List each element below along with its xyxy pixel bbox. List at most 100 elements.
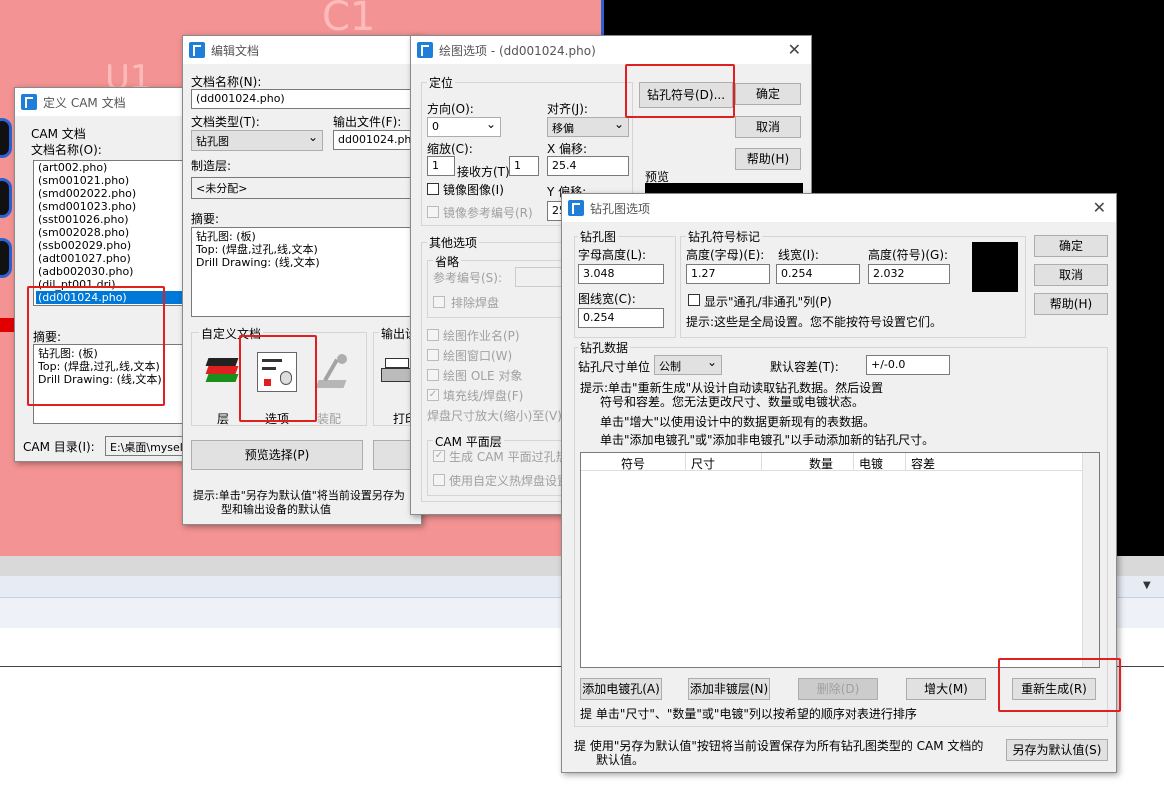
- char-height-input[interactable]: 3.048: [578, 264, 664, 284]
- cam-file-item[interactable]: (ssb002029.pho): [36, 239, 202, 252]
- char-height-label: 字母高度(L):: [578, 248, 647, 262]
- xoffset-label: X 偏移:: [547, 142, 588, 156]
- drill-ok-button[interactable]: 确定: [1034, 235, 1108, 257]
- mirror-ref-checkbox[interactable]: [427, 206, 439, 218]
- highlight-drill-symbol: [625, 64, 735, 118]
- cam-file-item[interactable]: (sm002028.pho): [36, 226, 202, 239]
- drill-title: 钻孔图选项: [590, 201, 651, 216]
- cam-file-item[interactable]: (adt001027.pho): [36, 252, 202, 265]
- direction-label: 方向(O):: [427, 102, 474, 116]
- tolerance-input[interactable]: +/-0.0: [866, 355, 950, 375]
- preview-selection-button[interactable]: 预览选择(P): [191, 440, 363, 470]
- pad-scale-label: 焊盘尺寸放大(缩小)至(V):: [427, 409, 566, 423]
- output-file-label: 输出文件(F):: [333, 115, 402, 129]
- drill-help-button[interactable]: 帮助(H): [1034, 293, 1108, 315]
- doc-type-select[interactable]: 钻孔图: [191, 130, 323, 151]
- cam-file-item[interactable]: (sst001026.pho): [36, 213, 202, 226]
- direction-select[interactable]: 0: [427, 117, 501, 137]
- plot-ok-button[interactable]: 确定: [735, 83, 801, 105]
- edit-title-bar[interactable]: 编辑文档: [183, 36, 421, 64]
- line-width-input[interactable]: 0.254: [578, 308, 664, 328]
- drill-data-table[interactable]: 符号 尺寸 数量 电镀 容差: [580, 452, 1100, 668]
- highlight-cam-summary: [27, 286, 165, 406]
- custom-pad-checkbox[interactable]: [433, 474, 445, 486]
- exclude-pad-checkbox[interactable]: [433, 296, 445, 308]
- col-symbol[interactable]: 符号: [621, 455, 645, 472]
- sym-line-width-label: 线宽(I):: [778, 248, 819, 262]
- edit-summary-box: 钻孔图: (板) Top: (焊盘,过孔,线,文本) Drill Drawing…: [191, 227, 423, 317]
- plot-cancel-button[interactable]: 取消: [735, 116, 801, 138]
- gen-cam-plane-label: 生成 CAM 平面过孔热: [449, 450, 568, 464]
- cam-title-bar[interactable]: 定义 CAM 文档: [15, 88, 195, 116]
- save-default-button[interactable]: 另存为默认值(S): [1006, 739, 1108, 761]
- highlight-regenerate: [998, 658, 1121, 712]
- mirror-ref-label: 镜像参考编号(R): [443, 206, 533, 220]
- locate-label: 定位: [427, 74, 456, 91]
- delete-button[interactable]: 删除(D): [798, 678, 878, 700]
- cam-file-item[interactable]: (adb002030.pho): [36, 265, 202, 278]
- doc-name-input[interactable]: (dd001024.pho): [191, 89, 423, 109]
- col-plated[interactable]: 电镀: [859, 455, 883, 472]
- plot-ole-label: 绘图 OLE 对象: [443, 369, 523, 383]
- sym-height-input[interactable]: 2.032: [868, 264, 950, 284]
- add-nonplated-button[interactable]: 添加非镀层(N): [688, 678, 770, 700]
- plot-help-button[interactable]: 帮助(H): [735, 148, 801, 170]
- cam-file-item[interactable]: (art002.pho): [36, 161, 202, 174]
- app-icon: [568, 200, 584, 216]
- doc-name-label: 文档名称(N):: [191, 75, 262, 89]
- edit-title: 编辑文档: [211, 43, 260, 58]
- cam-file-item[interactable]: (smd001023.pho): [36, 200, 202, 213]
- pcb-pad: [0, 238, 12, 278]
- app-icon: [417, 42, 433, 58]
- sym-char-height-input[interactable]: 1.27: [686, 264, 770, 284]
- gen-cam-plane-checkbox[interactable]: ✓: [433, 450, 445, 462]
- show-plated-label: 显示"通孔/非通孔"列(P): [704, 295, 832, 309]
- cam-file-list[interactable]: (art002.pho) (sm001021.pho) (smd002022.pho…: [33, 160, 203, 306]
- unit-select[interactable]: 公制: [654, 355, 722, 375]
- close-icon[interactable]: ✕: [1093, 198, 1106, 217]
- add-plated-button[interactable]: 添加电镀孔(A): [580, 678, 662, 700]
- doc-type-label: 文档类型(T):: [191, 115, 260, 129]
- plot-title-bar[interactable]: 绘图选项 - (dd001024.pho) ✕: [411, 36, 811, 64]
- drill-hint-line: 单击"增大"以使用设计中的数据更新现有的表数据。: [600, 415, 876, 429]
- col-count[interactable]: 数量: [809, 455, 833, 472]
- fill-pad-checkbox[interactable]: ✓: [427, 389, 439, 401]
- plot-job-checkbox[interactable]: [427, 329, 439, 341]
- layer-field[interactable]: <未分配>: [191, 177, 423, 199]
- plot-window-checkbox[interactable]: [427, 349, 439, 361]
- pcb-label-c1: C1: [322, 0, 376, 40]
- col-size[interactable]: 尺寸: [691, 455, 715, 472]
- mirror-checkbox[interactable]: [427, 183, 439, 195]
- table-scrollbar[interactable]: [1082, 453, 1099, 667]
- xoffset-input[interactable]: 25.4: [547, 156, 629, 176]
- fill-pad-label: 填充线/焊盘(F): [443, 389, 524, 403]
- highlight-options-icon: [239, 335, 317, 422]
- cam-filename-label: 文档名称(O):: [31, 143, 102, 157]
- sym-line-width-input[interactable]: 0.254: [776, 264, 860, 284]
- align-select[interactable]: 移偏: [547, 117, 629, 137]
- close-icon[interactable]: ✕: [788, 40, 801, 59]
- sort-hint: 提 单击"尺寸"、"数量"或"电镀"列以按希望的顺序对表进行排序: [580, 707, 917, 721]
- drill-title-bar[interactable]: 钻孔图选项 ✕: [562, 194, 1116, 222]
- pcb-pad: [0, 118, 12, 158]
- assembly-label: 装配: [317, 412, 342, 426]
- increase-button[interactable]: 增大(M): [906, 678, 986, 700]
- col-tolerance[interactable]: 容差: [911, 455, 935, 472]
- cam-file-item[interactable]: (sm001021.pho): [36, 174, 202, 187]
- scale-label: 缩放(C):: [427, 142, 473, 156]
- plot-ole-checkbox[interactable]: [427, 369, 439, 381]
- layer-label: 制造层:: [191, 159, 232, 173]
- tolerance-label: 默认容差(T):: [770, 360, 839, 374]
- fit-input[interactable]: 1: [509, 156, 539, 176]
- toolbar-chevron-icon[interactable]: ▼: [1143, 580, 1151, 591]
- cam-file-item[interactable]: (smd002022.pho): [36, 187, 202, 200]
- layers-icon[interactable]: [203, 352, 241, 392]
- drill-hint-line: 单击"添加电镀孔"或"添加非电镀孔"以手动添加新的钻孔尺寸。: [600, 433, 935, 447]
- fit-label: 接收方(T): [457, 165, 510, 179]
- scale-input[interactable]: 1: [427, 156, 455, 176]
- drill-cancel-button[interactable]: 取消: [1034, 264, 1108, 286]
- assembly-icon[interactable]: [311, 352, 351, 392]
- show-plated-checkbox[interactable]: [688, 294, 700, 306]
- plot-title: 绘图选项 - (dd001024.pho): [439, 43, 596, 58]
- mirror-label: 镜像图像(I): [443, 183, 504, 197]
